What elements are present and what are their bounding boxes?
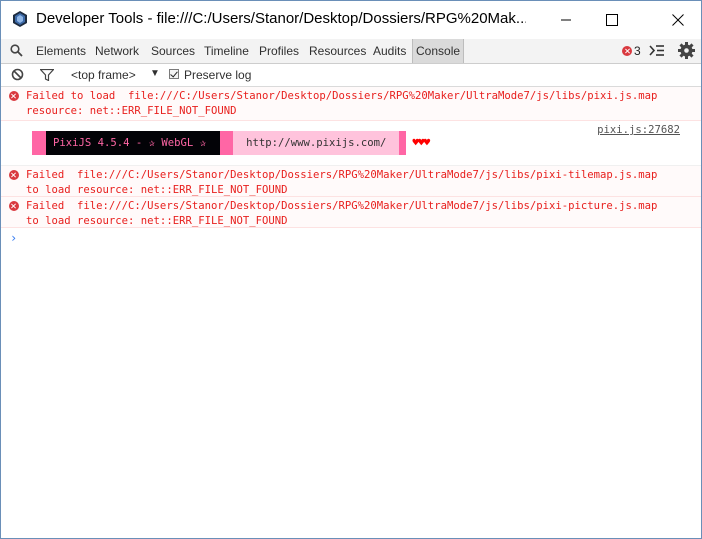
- console-message-error[interactable]: Failed file:///C:/Users/Stanor/Desktop/D…: [1, 197, 701, 228]
- error-icon: [622, 46, 632, 56]
- clear-console-icon[interactable]: [11, 68, 24, 81]
- tab-timeline[interactable]: Timeline: [204, 39, 249, 63]
- error-icon: [9, 201, 19, 211]
- tab-elements[interactable]: Elements: [36, 39, 86, 63]
- console-message-error[interactable]: Failed to load file:///C:/Users/Stanor/D…: [1, 87, 701, 121]
- panel-tab-bar: Elements Network Sources Timeline Profil…: [1, 39, 701, 64]
- console-prompt[interactable]: ›: [10, 231, 17, 245]
- banner-url[interactable]: http://www.pixijs.com/: [233, 131, 400, 155]
- console-toolbar: <top frame> ▼ Preserve log: [1, 64, 701, 87]
- tab-resources[interactable]: Resources: [309, 39, 366, 63]
- tab-sources[interactable]: Sources: [151, 39, 195, 63]
- banner-stripe: [220, 131, 234, 155]
- banner-stripe: [399, 131, 407, 155]
- console-drawer-icon[interactable]: [649, 44, 665, 57]
- gear-icon[interactable]: [678, 42, 695, 59]
- maximize-icon: [606, 14, 618, 26]
- console-message-error[interactable]: Failed file:///C:/Users/Stanor/Desktop/D…: [1, 166, 701, 197]
- tab-audits[interactable]: Audits: [373, 39, 406, 63]
- devtools-window: Developer Tools - file:///C:/Users/Stano…: [0, 0, 702, 539]
- console-message-log[interactable]: pixi.js:27682 PixiJS 4.5.4 - ✰ WebGL ✰ h…: [1, 121, 701, 166]
- search-icon[interactable]: [10, 44, 23, 57]
- preserve-log-label[interactable]: Preserve log: [184, 68, 251, 82]
- source-link[interactable]: pixi.js:27682: [597, 123, 680, 138]
- banner-stripe: [32, 131, 46, 155]
- tab-network[interactable]: Network: [95, 39, 139, 63]
- error-count: 3: [634, 44, 641, 58]
- banner-main-text: PixiJS 4.5.4 - ✰ WebGL ✰: [46, 131, 221, 155]
- error-icon: [9, 170, 19, 180]
- tab-profiles[interactable]: Profiles: [259, 39, 299, 63]
- minimize-icon: [561, 19, 571, 21]
- title-bar[interactable]: Developer Tools - file:///C:/Users/Stano…: [1, 1, 701, 39]
- tab-console[interactable]: Console: [412, 39, 465, 63]
- banner-hearts: ♥♥♥: [412, 136, 430, 149]
- console-messages: Failed to load file:///C:/Users/Stanor/D…: [1, 87, 701, 245]
- preserve-log-checkbox[interactable]: [169, 69, 179, 79]
- close-icon: [672, 14, 684, 26]
- error-counter[interactable]: 3: [622, 44, 641, 58]
- message-text: Failed to load file:///C:/Users/Stanor/D…: [26, 90, 658, 117]
- message-text: Failed file:///C:/Users/Stanor/Desktop/D…: [26, 200, 658, 227]
- maximize-button[interactable]: [589, 1, 635, 39]
- devtools-app-icon: [13, 11, 27, 27]
- chevron-down-icon[interactable]: ▼: [150, 68, 160, 79]
- error-icon: [9, 91, 19, 101]
- pixi-banner: PixiJS 4.5.4 - ✰ WebGL ✰ http://www.pixi…: [32, 131, 430, 155]
- window-title: Developer Tools - file:///C:/Users/Stano…: [36, 10, 526, 27]
- close-button[interactable]: [655, 1, 701, 39]
- message-text: Failed file:///C:/Users/Stanor/Desktop/D…: [26, 169, 658, 196]
- context-selector[interactable]: <top frame>: [71, 68, 136, 82]
- filter-icon[interactable]: [40, 69, 54, 81]
- minimize-button[interactable]: [543, 1, 589, 39]
